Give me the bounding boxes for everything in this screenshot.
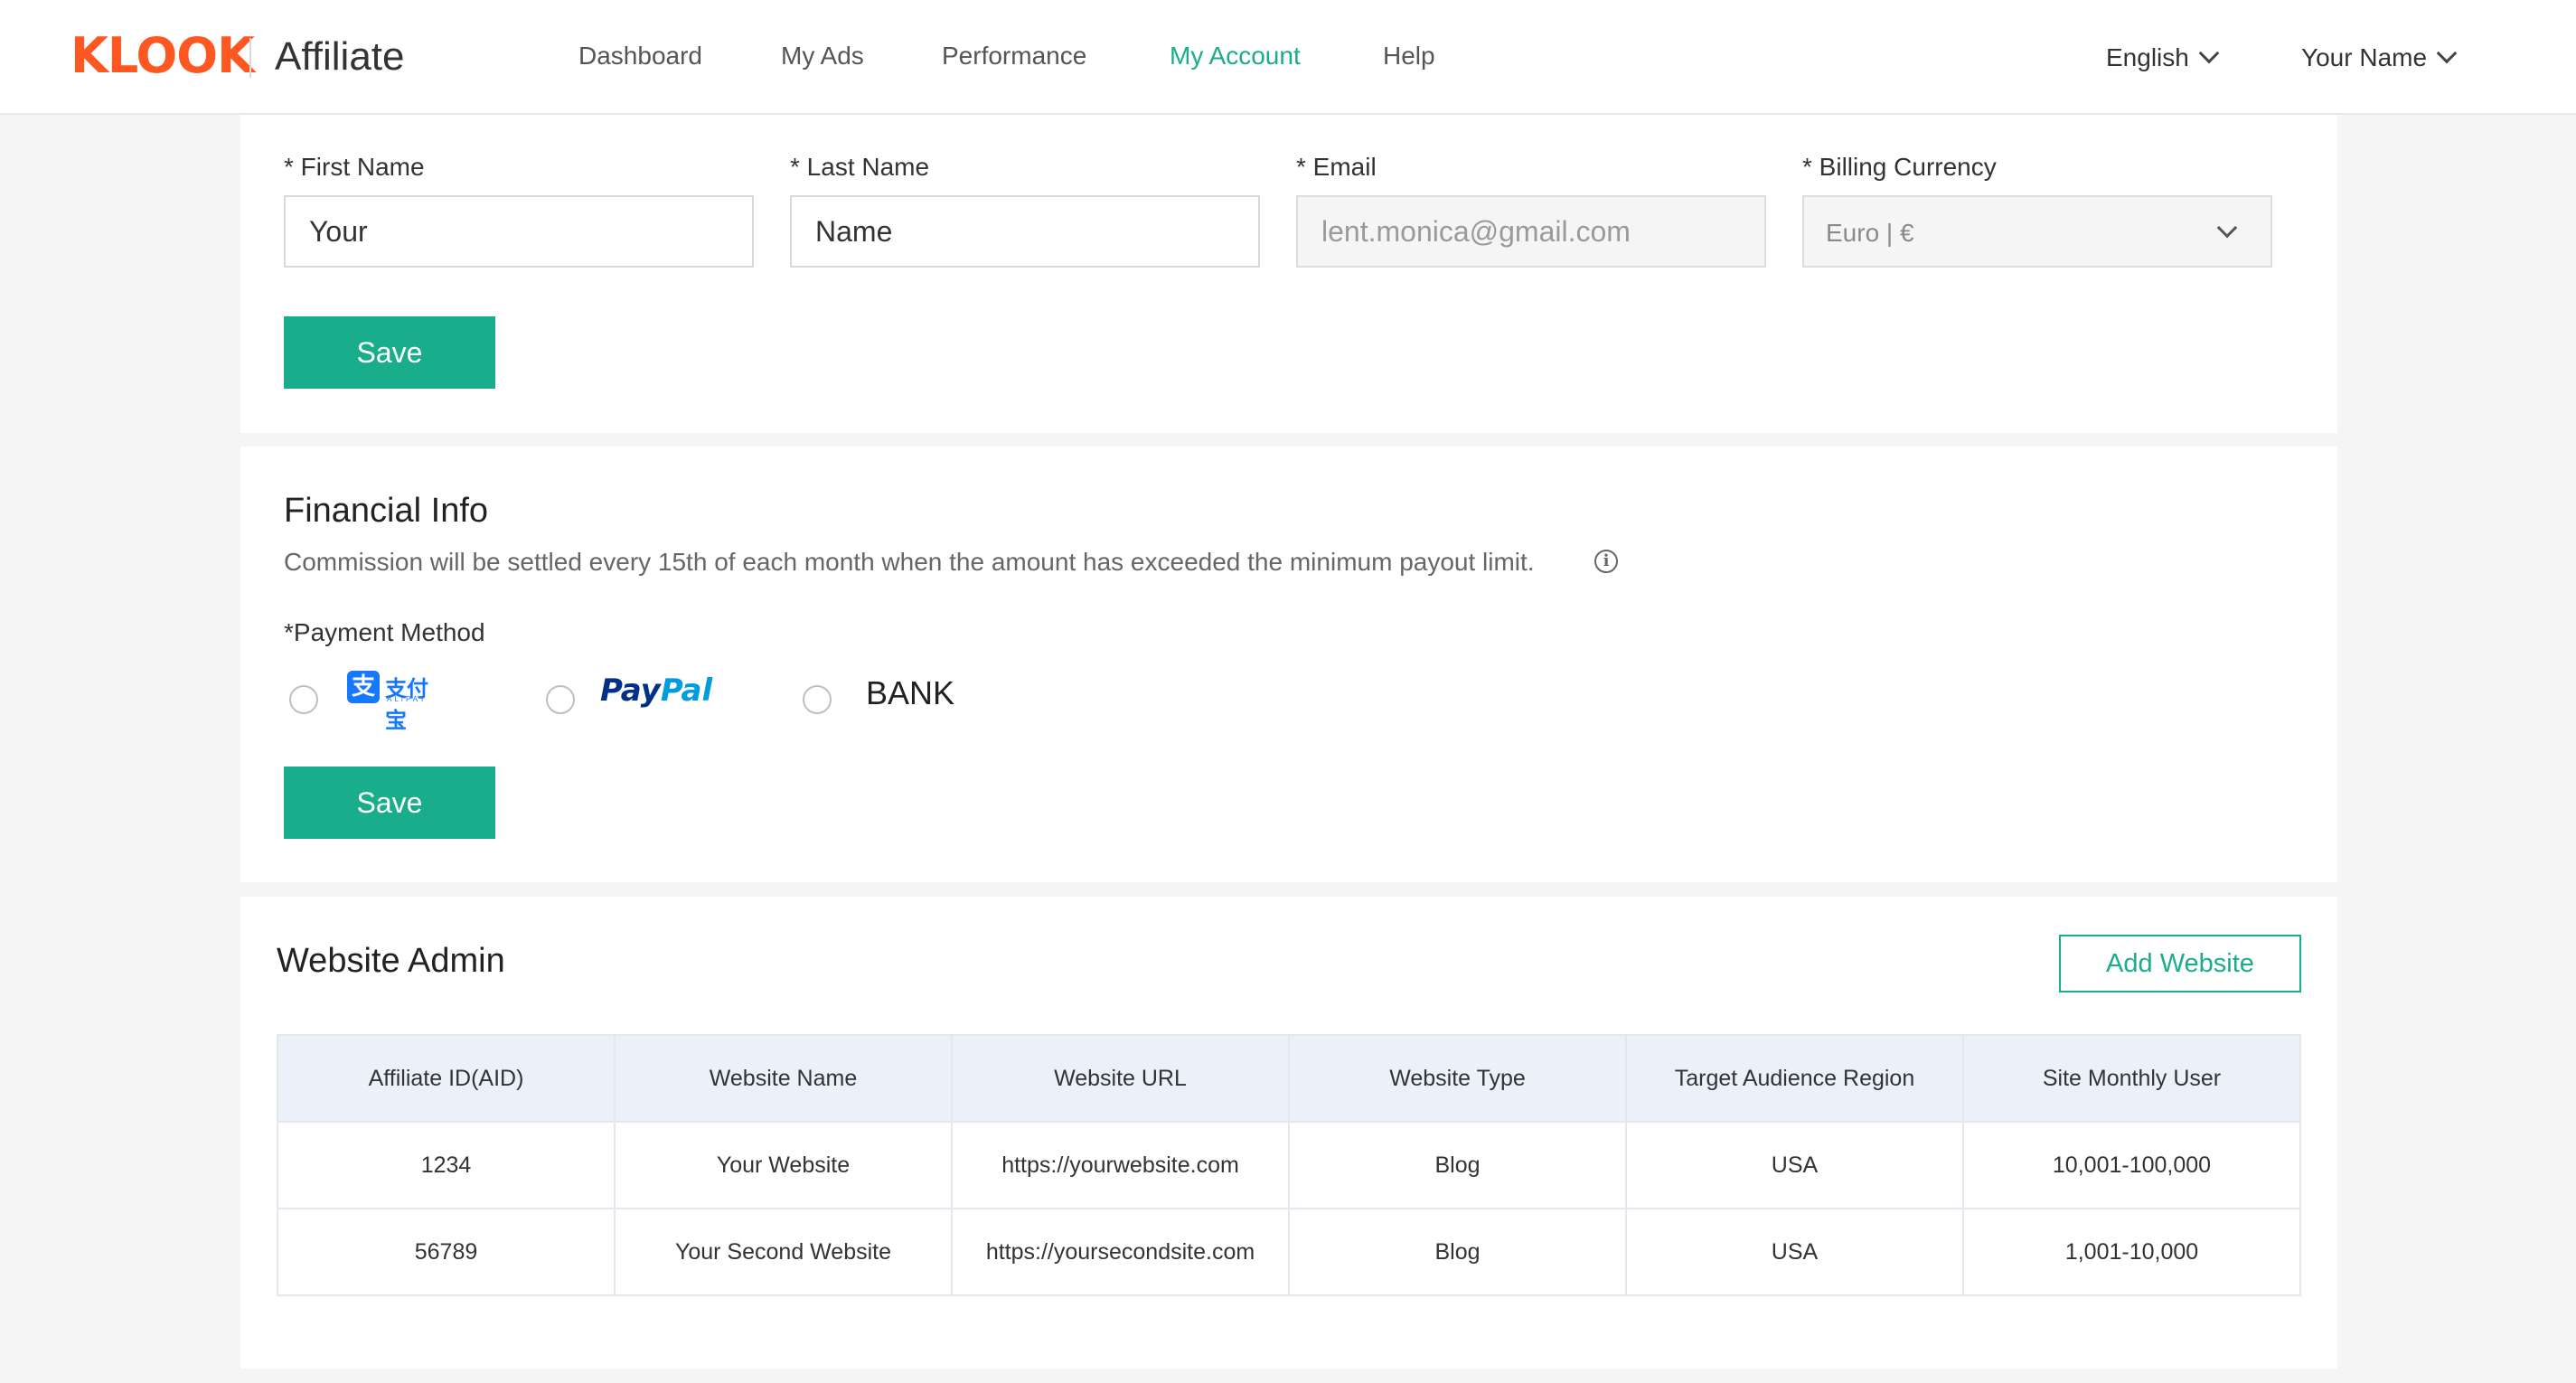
- table-cell: 1,001-10,000: [1962, 1208, 2301, 1296]
- profile-save-button[interactable]: Save: [284, 316, 495, 389]
- alipay-icon: 支: [347, 671, 380, 703]
- first-name-input[interactable]: [284, 195, 754, 268]
- table-cell: USA: [1625, 1121, 1964, 1209]
- financial-info-description: Commission will be settled every 15th of…: [284, 548, 1535, 576]
- website-admin-card: Website Admin Add Website Affiliate ID(A…: [240, 897, 2337, 1369]
- table-cell: 1234: [277, 1121, 616, 1209]
- paypal-logo-part2: Pal: [660, 673, 713, 709]
- user-name-label: Your Name: [2301, 43, 2428, 71]
- table-row[interactable]: 1234 Your Website https://yourwebsite.co…: [277, 1121, 2301, 1209]
- top-navigation-bar: KLOOK Affiliate Dashboard My Ads Perform…: [0, 0, 2576, 115]
- table-cell: Blog: [1288, 1208, 1627, 1296]
- column-header: Website Type: [1288, 1034, 1627, 1123]
- language-label: English: [2106, 43, 2189, 71]
- alipay-logo-subtext: ALIPAY: [387, 695, 428, 703]
- payment-method-label: *Payment Method: [284, 618, 485, 646]
- table-cell: 10,001-100,000: [1962, 1121, 2301, 1209]
- last-name-input[interactable]: [790, 195, 1260, 268]
- billing-currency-label: * Billing Currency: [1802, 153, 1997, 181]
- column-header: Website URL: [951, 1034, 1290, 1123]
- nav-help[interactable]: Help: [1383, 42, 1435, 71]
- table-cell: https://yourwebsite.com: [951, 1121, 1290, 1209]
- table-cell: Blog: [1288, 1121, 1627, 1209]
- financial-info-title: Financial Info: [284, 492, 489, 530]
- paypal-logo-part1: Pay: [600, 673, 661, 709]
- chevron-down-icon: [2198, 42, 2220, 64]
- table-cell: USA: [1625, 1208, 1964, 1296]
- language-dropdown[interactable]: English: [2106, 42, 2220, 72]
- financial-save-button[interactable]: Save: [284, 767, 495, 839]
- nav-dashboard[interactable]: Dashboard: [578, 42, 702, 71]
- table-header-row: Affiliate ID(AID) Website Name Website U…: [277, 1034, 2301, 1123]
- table-cell: 56789: [277, 1208, 616, 1296]
- bank-label: BANK: [866, 674, 955, 711]
- nav-my-ads[interactable]: My Ads: [781, 42, 864, 71]
- column-header: Site Monthly User: [1962, 1034, 2301, 1123]
- column-header: Target Audience Region: [1625, 1034, 1964, 1123]
- chevron-down-icon: [2436, 42, 2458, 64]
- nav-my-account[interactable]: My Account: [1170, 42, 1301, 71]
- column-header: Affiliate ID(AID): [277, 1034, 616, 1123]
- paypal-logo: PayPal: [600, 673, 712, 709]
- first-name-label: * First Name: [284, 153, 425, 181]
- table-cell: Your Website: [614, 1121, 953, 1209]
- websites-table: Affiliate ID(AID) Website Name Website U…: [277, 1034, 2301, 1296]
- website-admin-title: Website Admin: [277, 942, 505, 980]
- paypal-radio[interactable]: [546, 685, 575, 714]
- table-cell: https://yoursecondsite.com: [951, 1208, 1290, 1296]
- nav-performance[interactable]: Performance: [942, 42, 1086, 71]
- user-menu-dropdown[interactable]: Your Name: [2301, 42, 2458, 72]
- add-website-button[interactable]: Add Website: [2059, 935, 2301, 993]
- klook-logo[interactable]: KLOOK: [71, 27, 255, 84]
- info-icon[interactable]: i: [1594, 550, 1618, 573]
- chevron-down-icon: [2216, 217, 2238, 239]
- table-cell: Your Second Website: [614, 1208, 953, 1296]
- bank-radio[interactable]: [803, 685, 832, 714]
- product-name: Affiliate: [275, 34, 405, 79]
- last-name-label: * Last Name: [790, 153, 930, 181]
- email-input: [1296, 195, 1766, 268]
- table-row[interactable]: 56789 Your Second Website https://yourse…: [277, 1208, 2301, 1296]
- column-header: Website Name: [614, 1034, 953, 1123]
- profile-card: * First Name * Last Name * Email * Billi…: [240, 115, 2337, 433]
- email-label: * Email: [1296, 153, 1377, 181]
- alipay-radio[interactable]: [289, 685, 318, 714]
- financial-info-card: Financial Info Commission will be settle…: [240, 447, 2337, 882]
- logo-divider: [249, 38, 251, 78]
- alipay-logo: 支 支付宝 ALIPAY: [347, 671, 441, 733]
- billing-currency-select[interactable]: Euro | €: [1802, 195, 2272, 268]
- billing-currency-value: Euro | €: [1826, 219, 1914, 247]
